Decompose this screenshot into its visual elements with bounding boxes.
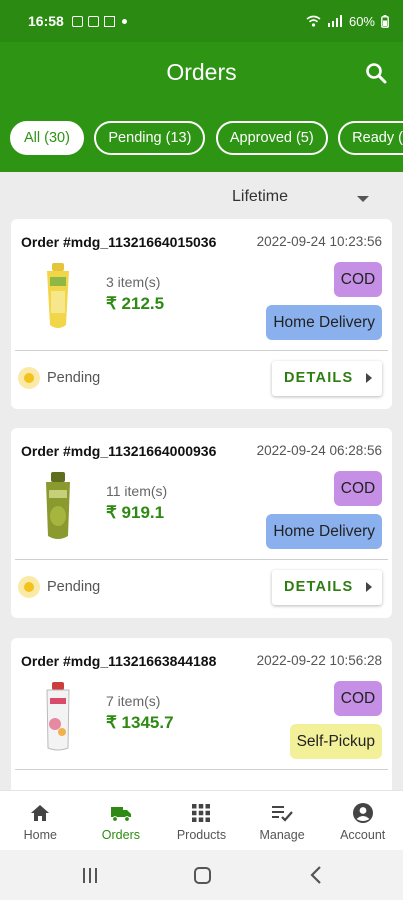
battery-percent: 60% — [348, 13, 375, 29]
status-filter-chips: All (30) Pending (13) Approved (5) Ready… — [0, 106, 403, 172]
order-date: 2022-09-24 06:28:56 — [256, 443, 382, 458]
nav-products[interactable]: Products — [161, 791, 242, 850]
mail-icon — [103, 15, 115, 27]
nav-orders[interactable]: Orders — [81, 791, 162, 850]
order-id: Order #mdg_11321664015036 — [21, 234, 217, 250]
status-bar: 16:58 60% — [0, 0, 403, 42]
status-right: 60% — [306, 14, 389, 29]
pending-status-icon — [18, 576, 40, 598]
divider — [15, 559, 388, 560]
status-time: 16:58 — [28, 13, 64, 29]
truck-icon — [110, 807, 131, 822]
order-status: Pending — [47, 370, 101, 386]
nav-label: Orders — [101, 828, 140, 842]
battery-icon — [381, 14, 389, 28]
order-date: 2022-09-24 10:23:56 — [256, 234, 382, 249]
calendar-icon — [87, 15, 99, 27]
notification-icons — [71, 15, 127, 27]
order-id: Order #mdg_11321663844188 — [21, 653, 217, 669]
details-label: DETAILS — [284, 579, 354, 595]
item-count: 3 item(s) — [106, 274, 161, 290]
nav-label: Products — [176, 828, 227, 842]
nav-account[interactable]: Account — [322, 791, 403, 850]
details-button[interactable]: DETAILS — [272, 570, 382, 605]
more-notifications-dot — [121, 18, 127, 24]
product-thumbnail-image — [46, 472, 70, 539]
order-id: Order #mdg_11321664000936 — [21, 443, 217, 459]
delivery-mode-badge: Self-Pickup — [289, 724, 382, 759]
signal-icon — [327, 15, 342, 27]
order-price: ₹ 212.5 — [106, 294, 165, 313]
order-card[interactable]: Order #mdg_11321664000936 2022-09-24 06:… — [11, 428, 392, 618]
nav-label: Home — [23, 828, 57, 842]
dropdown-arrow-icon — [357, 196, 369, 202]
home-button-icon[interactable] — [194, 867, 211, 884]
payment-badge: COD — [334, 681, 382, 716]
pending-status-icon — [18, 367, 40, 389]
chip-approved[interactable]: Approved (5) — [215, 121, 328, 155]
back-icon[interactable] — [309, 866, 323, 884]
nav-manage[interactable]: Manage — [242, 791, 323, 850]
order-price: ₹ 919.1 — [106, 503, 165, 522]
wifi-icon — [306, 15, 321, 27]
divider — [15, 350, 388, 351]
product-thumbnail-image — [47, 263, 69, 328]
bottom-navigation: Home Orders Products Manage Account — [0, 790, 403, 850]
delivery-mode-badge: Home Delivery — [266, 305, 382, 340]
image-icon — [71, 15, 83, 27]
recent-apps-icon[interactable] — [82, 868, 98, 883]
item-count: 7 item(s) — [106, 693, 161, 709]
nav-label: Manage — [259, 828, 305, 842]
page-title: Orders — [166, 59, 237, 85]
app-bar: Orders — [0, 42, 403, 106]
chevron-right-icon — [366, 373, 372, 383]
chip-all[interactable]: All (30) — [10, 121, 84, 155]
home-icon — [31, 805, 50, 821]
order-date: 2022-09-22 10:56:28 — [256, 653, 382, 668]
chip-pending[interactable]: Pending (13) — [94, 121, 206, 155]
product-thumbnail-image — [46, 682, 70, 751]
details-button[interactable]: DETAILS — [272, 361, 382, 396]
divider — [15, 769, 388, 770]
search-icon[interactable] — [365, 62, 387, 84]
period-selected: Lifetime — [232, 188, 289, 205]
order-price: ₹ 1345.7 — [106, 713, 174, 732]
delivery-mode-badge: Home Delivery — [266, 514, 382, 549]
order-card[interactable]: Order #mdg_11321664015036 2022-09-24 10:… — [11, 219, 392, 409]
payment-badge: COD — [334, 262, 382, 297]
chip-ready[interactable]: Ready (0 — [338, 121, 403, 155]
system-navigation-bar — [0, 850, 403, 900]
nav-label: Account — [340, 828, 386, 842]
details-label: DETAILS — [284, 370, 354, 386]
nav-home[interactable]: Home — [0, 791, 81, 850]
manage-icon — [272, 806, 293, 822]
account-icon — [352, 803, 373, 823]
item-count: 11 item(s) — [106, 483, 168, 499]
period-dropdown[interactable]: Lifetime — [0, 172, 403, 218]
payment-badge: COD — [334, 471, 382, 506]
chevron-right-icon — [366, 582, 372, 592]
order-status: Pending — [47, 579, 101, 595]
grid-icon — [192, 804, 211, 822]
